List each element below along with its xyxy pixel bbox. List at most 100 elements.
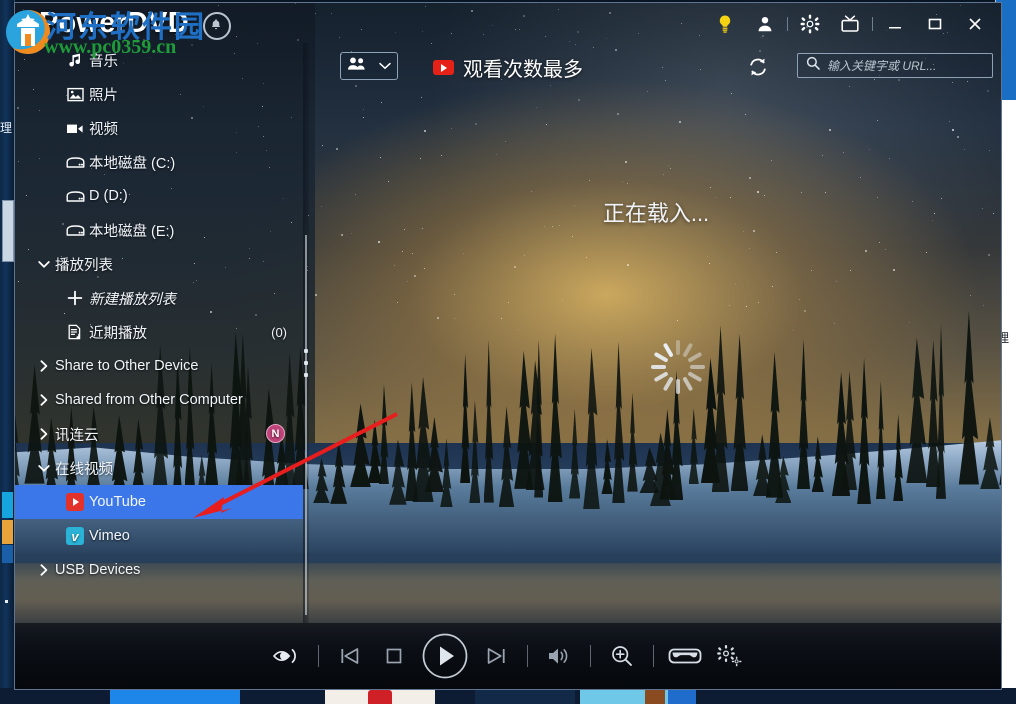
users-icon (347, 56, 367, 76)
sidebar-item-label: 讯连云 (55, 424, 99, 445)
sidebar-item-label: 近期播放 (89, 322, 147, 343)
volume-icon[interactable] (537, 634, 581, 678)
sidebar-item-label: 视频 (89, 118, 118, 139)
watermark-site-url: www.pc0359.cn (44, 36, 176, 59)
vr-headset-icon[interactable] (663, 634, 707, 678)
spinner-spoke (682, 376, 693, 391)
previous-icon[interactable] (328, 634, 372, 678)
taskbar-icon-6[interactable] (668, 688, 696, 704)
sidebar-item-label: YouTube (89, 494, 146, 510)
sidebar-item-count: (0) (271, 325, 287, 340)
background-window-left-icon-2 (2, 520, 13, 544)
taskbar-icon-5[interactable] (645, 688, 665, 704)
background-window-left-icon-1 (2, 492, 13, 518)
chevron-right-icon[interactable] (33, 427, 55, 441)
chevron-right-icon[interactable] (33, 393, 55, 407)
true-theater-eye-icon[interactable] (265, 634, 309, 678)
sidebar-item-label: Shared from Other Computer (55, 392, 243, 408)
background-window-left[interactable]: 理 (0, 0, 15, 690)
sidebar-item-label: USB Devices (55, 562, 140, 578)
background-window-left-selection (2, 200, 14, 262)
sidebar-item-d-d[interactable]: D (D:) (15, 179, 303, 213)
settings-gears-icon[interactable] (707, 634, 751, 678)
spinner-spoke (663, 343, 674, 358)
search-icon (806, 56, 820, 75)
hard-disk-icon (61, 190, 89, 203)
stop-icon[interactable] (372, 634, 416, 678)
plus-icon (61, 290, 89, 306)
refresh-icon[interactable] (747, 56, 769, 78)
spinner-spoke (663, 376, 674, 391)
bell-icon[interactable] (203, 12, 231, 40)
sidebar-item-youtube[interactable]: YouTube (15, 485, 303, 519)
sidebar-item-label: 播放列表 (55, 254, 113, 275)
spinner-spoke (654, 352, 669, 363)
chevron-down-icon (379, 57, 391, 75)
play-icon[interactable] (416, 627, 474, 685)
sidebar-scrollbar[interactable] (305, 235, 307, 615)
sidebar-item-shared-from-other-computer[interactable]: Shared from Other Computer (15, 383, 303, 417)
chevron-down-icon[interactable] (33, 462, 55, 474)
sidebar-item-label: 本地磁盘 (E:) (89, 220, 174, 241)
next-icon[interactable] (474, 634, 518, 678)
sidebar-item-label: D (D:) (89, 188, 128, 204)
sidebar-item-vimeo[interactable]: vVimeo (15, 519, 303, 553)
sidebar-item-label: 在线视频 (55, 458, 113, 479)
chevron-right-icon[interactable] (33, 359, 55, 373)
hard-disk-icon (61, 156, 89, 169)
control-divider-4 (653, 645, 654, 667)
spinner-spoke (687, 352, 702, 363)
status-badge: N (266, 424, 285, 443)
background-window-left-dot (5, 600, 8, 603)
sidebar-item-[interactable]: 讯连云 N (15, 417, 303, 451)
search-placeholder: 输入关键字或 URL... (827, 57, 936, 74)
chevron-right-icon[interactable] (33, 563, 55, 577)
sidebar-item-[interactable]: 在线视频 (15, 451, 303, 485)
sidebar-item-[interactable]: 近期播放 (0) (15, 315, 303, 349)
sidebar-item-share-to-other-device[interactable]: Share to Other Device (15, 349, 303, 383)
sidebar-item-label: Vimeo (89, 528, 130, 544)
control-divider-2 (527, 645, 528, 667)
sidebar-item-c[interactable]: 本地磁盘 (C:) (15, 145, 303, 179)
background-window-left-icon-3 (2, 545, 13, 563)
minimize-icon[interactable] (875, 9, 915, 39)
sidebar-item-label: 新建播放列表 (89, 288, 176, 309)
loading-text: 正在载入... (311, 196, 1001, 228)
spinner-spoke (676, 340, 680, 355)
tools-divider-2 (872, 17, 873, 31)
hard-disk-icon (61, 224, 89, 237)
tv-cast-icon[interactable] (830, 9, 870, 39)
search-input[interactable]: 输入关键字或 URL... (797, 53, 993, 78)
close-icon[interactable] (955, 9, 995, 39)
sidebar-item-label: 本地磁盘 (C:) (89, 152, 175, 173)
sidebar-item-e[interactable]: 本地磁盘 (E:) (15, 213, 303, 247)
sidebar-item-[interactable]: 视频 (15, 111, 303, 145)
sidebar-item-[interactable]: 新建播放列表 (15, 281, 303, 315)
sidebar-item-[interactable]: 照片 (15, 77, 303, 111)
taskbar-icon-2-mark (368, 690, 392, 704)
background-window-left-text: 理 (0, 122, 12, 135)
recent-playlist-icon (61, 324, 89, 340)
gear-icon[interactable] (790, 9, 830, 39)
tools-divider-1 (787, 17, 788, 31)
user-account-icon[interactable] (745, 9, 785, 39)
lightbulb-icon[interactable] (705, 9, 745, 39)
zoom-in-icon[interactable] (600, 634, 644, 678)
powerdvd-window: PowerDVD (14, 2, 1002, 690)
sidebar-item-label: Share to Other Device (55, 358, 198, 374)
control-divider-1 (318, 645, 319, 667)
chevron-down-icon[interactable] (33, 258, 55, 270)
photo-icon (61, 87, 89, 102)
maximize-icon[interactable] (915, 9, 955, 39)
window-tools (705, 9, 995, 39)
spinner-spoke (651, 365, 666, 369)
taskbar[interactable] (0, 688, 1016, 704)
spinner-spoke (676, 379, 680, 394)
taskbar-icon-3[interactable] (475, 688, 575, 704)
user-filter-dropdown[interactable] (340, 52, 398, 80)
taskbar-icon-1[interactable] (110, 688, 240, 704)
vimeo-icon: v (61, 527, 89, 545)
sidebar-item-usb-devices[interactable]: USB Devices (15, 553, 303, 587)
sidebar-item-[interactable]: 播放列表 (15, 247, 303, 281)
sidebar-nav: 音乐照片视频本地磁盘 (C:)D (D:)本地磁盘 (E:)播放列表新建播放列表… (15, 43, 303, 587)
